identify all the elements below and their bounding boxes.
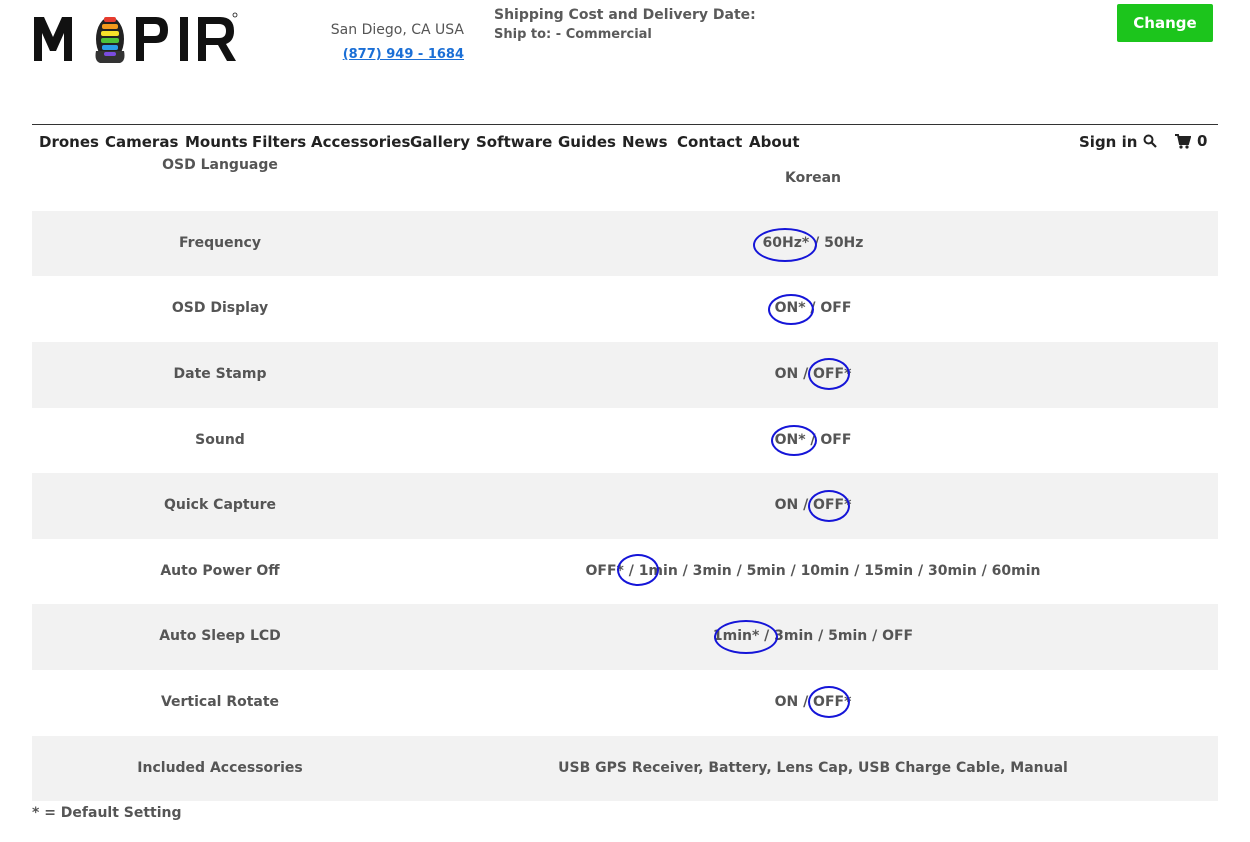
table-row: Quick Capture ON / OFF*	[32, 473, 1218, 539]
store-location: San Diego, CA USA	[330, 22, 464, 38]
spec-value: ON / OFF*	[774, 497, 852, 513]
shipping-title: Shipping Cost and Delivery Date:	[494, 7, 756, 23]
change-button[interactable]: Change	[1117, 4, 1213, 42]
table-row: OSD Language Korean	[32, 145, 1218, 211]
table-row: OSD Display ON* / OFF	[32, 276, 1218, 342]
logo-letter-p	[136, 17, 168, 61]
spec-value: USB GPS Receiver, Battery, Lens Cap, USB…	[558, 760, 1068, 776]
spec-label: Quick Capture	[164, 497, 276, 513]
spec-label: OSD Display	[171, 300, 269, 316]
spec-label: Frequency	[179, 235, 261, 251]
default-setting-footnote: * = Default Setting	[32, 805, 182, 821]
table-row: Included Accessories USB GPS Receiver, B…	[32, 736, 1218, 801]
spec-value: ON / OFF*	[774, 694, 852, 710]
logo-sensor-icon	[95, 17, 125, 63]
spec-value: 1min* / 3min / 5min / OFF	[712, 628, 914, 644]
spec-label: Auto Sleep LCD	[159, 628, 281, 644]
phone-link[interactable]: (877) 949 - 1684	[300, 47, 464, 62]
spec-label: Included Accessories	[137, 760, 303, 776]
table-row: Auto Sleep LCD 1min* / 3min / 5min / OFF	[32, 604, 1218, 670]
logo-letter-i	[180, 17, 188, 61]
table-row: Sound ON* / OFF	[32, 408, 1218, 473]
logo-letter-r	[198, 17, 236, 61]
site-header: San Diego, CA USA (877) 949 - 1684 Shipp…	[0, 0, 1250, 124]
spec-value: ON* / OFF	[774, 300, 852, 316]
spec-label: Vertical Rotate	[160, 694, 280, 710]
table-row: Auto Power Off OFF* / 1min / 3min / 5min…	[32, 539, 1218, 604]
logo-letter-m	[34, 17, 72, 61]
table-row: Frequency 60Hz* / 50Hz	[32, 211, 1218, 276]
spec-label: Date Stamp	[173, 366, 267, 382]
spec-value: ON / OFF*	[774, 366, 852, 382]
mapir-logo[interactable]	[34, 11, 238, 65]
spec-value: OFF* / 1min / 3min / 5min / 10min / 15mi…	[585, 563, 1041, 579]
spec-label: OSD Language	[162, 157, 278, 173]
spec-label: Sound	[195, 432, 245, 448]
table-row: Vertical Rotate ON / OFF*	[32, 670, 1218, 736]
ship-to-label: Ship to: - Commercial	[494, 27, 652, 42]
table-row: Date Stamp ON / OFF*	[32, 342, 1218, 408]
spec-label: Auto Power Off	[160, 563, 280, 579]
spec-value: 60Hz* / 50Hz	[762, 235, 864, 251]
spec-value: Korean	[784, 170, 842, 186]
spec-value: ON* / OFF	[774, 432, 852, 448]
